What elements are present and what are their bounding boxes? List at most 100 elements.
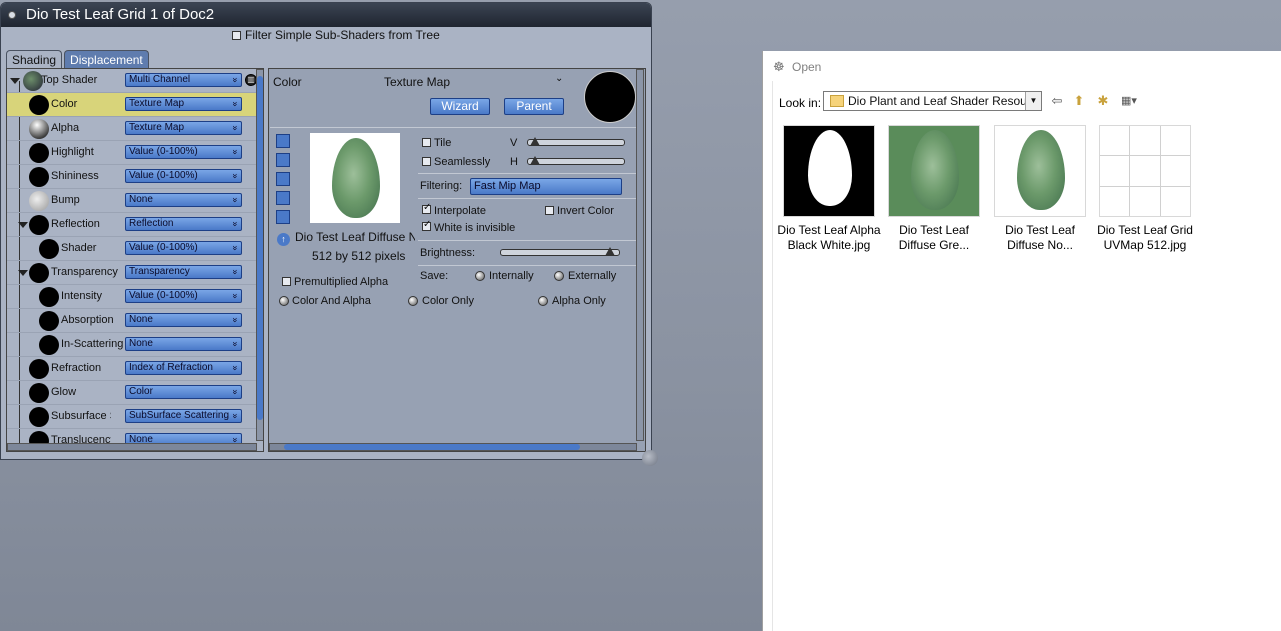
shininess-thumb-icon [29,167,49,187]
divider [270,127,636,128]
filtering-dropdown[interactable]: Fast Mip Map [470,178,622,195]
white-invisible-checkbox[interactable] [422,219,431,231]
shader-type-dropdown[interactable]: Value (0-100%) [125,169,242,183]
tree-vertical-scrollbar[interactable] [256,69,263,441]
texture-preview[interactable] [310,133,400,223]
interpolate-checkbox[interactable] [422,202,431,214]
absorption-thumb-icon [39,311,59,331]
tab-displacement[interactable]: Displacement [64,50,149,68]
tree-row-glow[interactable]: Glow Color [7,381,257,405]
shader-type-dropdown[interactable]: Value (0-100%) [125,145,242,159]
view-menu-icon[interactable]: ▦▾ [1118,94,1140,108]
shader-type-dropdown[interactable]: Index of Refraction [125,361,242,375]
slider-knob[interactable] [530,137,540,146]
tree-row-in-scattering[interactable]: In-Scattering None [7,333,257,357]
flip-vertical-icon[interactable] [276,172,290,186]
shader-type-dropdown[interactable]: Texture Map [125,97,242,111]
file-name-diffuse-no[interactable]: Dio Test Leaf Diffuse No... [985,223,1095,253]
color-and-alpha-radio[interactable] [279,296,289,306]
file-thumb-diffuse-green[interactable] [888,125,980,217]
parent-button[interactable]: Parent [504,98,564,115]
upload-arrow-icon[interactable]: ↑ [277,233,290,246]
tree-label: In-Scattering [61,338,123,350]
tree-row-reflection[interactable]: Reflection Reflection [7,213,257,237]
shader-type-dropdown[interactable]: Value (0-100%) [125,241,242,255]
invert-color-checkbox[interactable] [545,206,554,215]
tree-row-intensity[interactable]: Intensity Value (0-100%) [7,285,257,309]
color-only-radio[interactable] [408,296,418,306]
window-title: Dio Test Leaf Grid 1 of Doc2 [26,6,215,23]
reflection-thumb-icon [29,215,49,235]
scroll-thumb[interactable] [284,444,580,450]
shader-type-dropdown[interactable]: Color [125,385,242,399]
new-folder-icon[interactable]: ✱ [1095,94,1111,108]
shader-type-dropdown[interactable]: Texture Map [125,121,242,135]
flip-horizontal-icon[interactable] [276,191,290,205]
tree-row-top-shader[interactable]: Top Shader Multi Channel ▥ [7,69,257,93]
tree-row-shininess[interactable]: Shininess Value (0-100%) [7,165,257,189]
detail-vertical-scrollbar[interactable] [636,69,644,441]
file-thumb-diffuse-no[interactable] [994,125,1086,217]
file-name-uvmap[interactable]: Dio Test Leaf Grid UVMap 512.jpg [1090,223,1200,253]
filter-checkbox[interactable] [232,30,241,40]
shader-type-dropdown[interactable]: None [125,193,242,207]
tile-checkbox[interactable] [422,138,431,147]
tree-row-refraction[interactable]: Refraction Index of Refraction [7,357,257,381]
resize-handle-icon[interactable] [642,450,658,466]
alpha-only-radio[interactable] [538,296,548,306]
tree-label: Bump [51,194,80,206]
shader-type-dropdown[interactable]: SubSurface Scattering [125,409,242,423]
shader-type-dropdown[interactable]: Transparency [125,265,242,279]
file-name-diffuse-green[interactable]: Dio Test Leaf Diffuse Gre... [879,223,989,253]
externally-radio[interactable] [554,271,564,281]
shader-type-dropdown[interactable]: None [125,337,242,351]
tree-row-color[interactable]: Color Texture Map [7,93,257,117]
tab-shading[interactable]: Shading [6,50,63,68]
tree-row-absorption[interactable]: Absorption None [7,309,257,333]
file-line: Diffuse Gre... [898,238,970,252]
look-in-combo[interactable]: Dio Plant and Leaf Shader Resources ▼ [823,91,1042,111]
tree-row-transparency[interactable]: Transparency Transparency [7,261,257,285]
tree-row-alpha[interactable]: Alpha Texture Map [7,117,257,141]
shader-type-dropdown[interactable]: None [125,313,242,327]
shader-type-dropdown[interactable]: Reflection [125,217,242,231]
rotate-icon[interactable] [276,210,290,224]
tree-label: Refraction [51,362,102,374]
shader-thumb-icon [39,239,59,259]
chevron-down-icon[interactable]: ▼ [1025,92,1041,110]
reload-icon[interactable] [276,153,290,167]
back-icon[interactable]: ⇦ [1049,94,1065,108]
open-dialog-titlebar[interactable]: ☸ Open [763,51,1281,81]
look-in-value: Dio Plant and Leaf Shader Resources [848,94,1042,108]
open-folder-icon[interactable] [276,134,290,148]
premultiplied-checkbox[interactable] [282,277,291,286]
collapse-chevron-icon[interactable]: ⌄ [555,73,563,84]
file-thumb-uvmap[interactable] [1099,125,1191,217]
subsurface-thumb-icon [29,407,49,427]
file-thumb-alpha[interactable] [783,125,875,217]
preview-sphere [584,71,636,123]
scroll-thumb[interactable] [257,76,263,420]
file-name-alpha[interactable]: Dio Test Leaf Alpha Black White.jpg [774,223,884,253]
tree-row-shader[interactable]: Shader Value (0-100%) [7,237,257,261]
tree-horizontal-scrollbar[interactable] [7,443,257,451]
tree-row-subsurface[interactable]: Subsurface S SubSurface Scattering [7,405,257,429]
internally-radio[interactable] [475,271,485,281]
seamlessly-checkbox[interactable] [422,157,431,166]
up-folder-icon[interactable]: ⬆ [1071,94,1087,108]
filter-subshaders-option[interactable]: Filter Simple Sub-Shaders from Tree [232,28,440,42]
h-slider[interactable] [527,156,625,165]
slider-knob[interactable] [530,156,540,165]
tree-row-bump[interactable]: Bump None [7,189,257,213]
tree-row-highlight[interactable]: Highlight Value (0-100%) [7,141,257,165]
window-titlebar[interactable]: Dio Test Leaf Grid 1 of Doc2 [1,3,651,27]
window-close-icon[interactable] [8,11,16,19]
detail-horizontal-scrollbar[interactable] [269,443,637,451]
slider-knob[interactable] [605,247,615,256]
alpha-only-label: Alpha Only [552,295,606,307]
v-slider[interactable] [527,137,625,146]
shader-type-dropdown[interactable]: Multi Channel [125,73,242,87]
brightness-slider[interactable] [500,247,620,256]
shader-type-dropdown[interactable]: Value (0-100%) [125,289,242,303]
wizard-button[interactable]: Wizard [430,98,490,115]
